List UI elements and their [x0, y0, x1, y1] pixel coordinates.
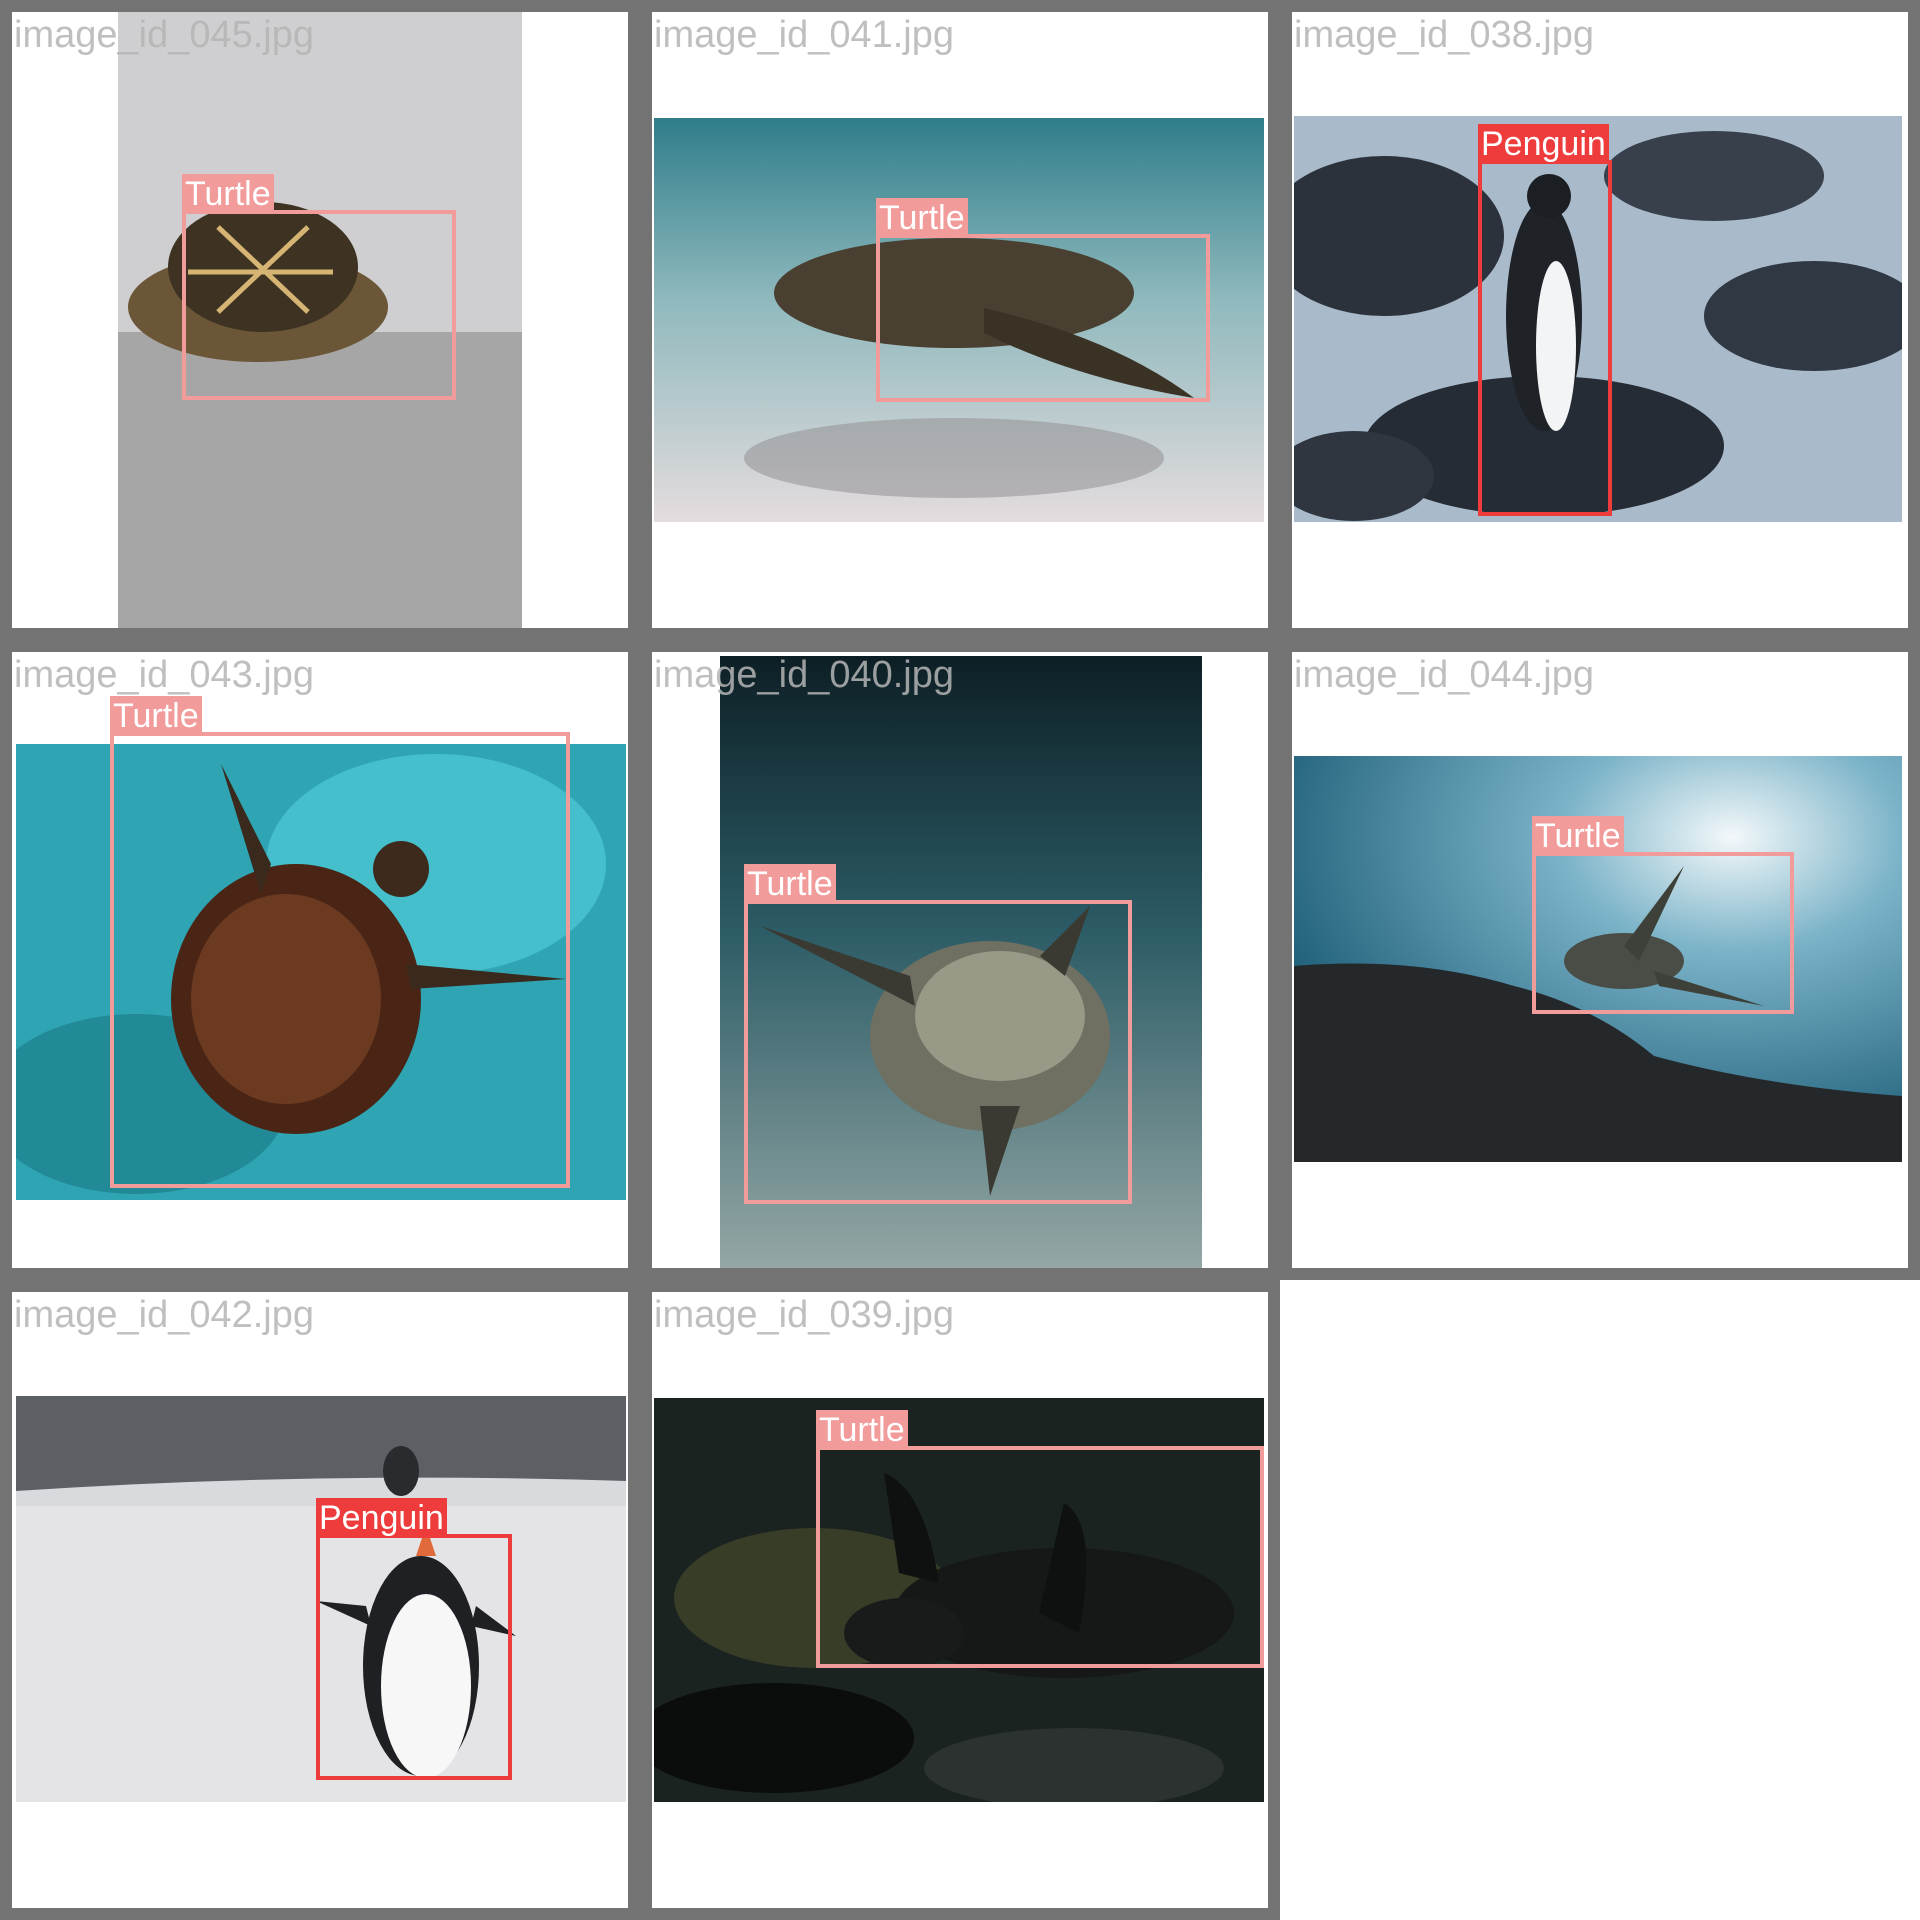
box-label: Turtle: [876, 198, 968, 238]
box-label: Turtle: [816, 1410, 908, 1450]
filename-label: image_id_039.jpg: [654, 1294, 955, 1336]
box-label: Turtle: [744, 864, 836, 904]
grid-tile: Turtle image_id_043.jpg: [0, 640, 640, 1280]
grid-tile: Turtle image_id_040.jpg: [640, 640, 1280, 1280]
bounding-box-turtle: Turtle: [816, 1410, 1264, 1668]
box-label: Penguin: [316, 1498, 447, 1538]
bounding-box-penguin: Penguin: [1478, 124, 1612, 516]
grid-tile: Turtle image_id_045.jpg: [0, 0, 640, 640]
grid-tile: Penguin image_id_042.jpg: [0, 1280, 640, 1920]
bounding-box-turtle: Turtle: [1532, 816, 1794, 1014]
box-label: Penguin: [1478, 124, 1609, 164]
box-label: Turtle: [1532, 816, 1624, 856]
bounding-box-penguin: Penguin: [316, 1498, 512, 1780]
filename-label: image_id_045.jpg: [14, 14, 315, 56]
grid-tile: Turtle image_id_041.jpg: [640, 0, 1280, 640]
filename-label: image_id_040.jpg: [654, 654, 955, 696]
filename-label: image_id_041.jpg: [654, 14, 955, 56]
grid-tile: Penguin image_id_038.jpg: [1280, 0, 1920, 640]
filename-label: image_id_043.jpg: [14, 654, 315, 696]
grid-tile: Turtle image_id_044.jpg: [1280, 640, 1920, 1280]
bounding-box-turtle: Turtle: [744, 864, 1132, 1204]
bounding-box-turtle: Turtle: [876, 198, 1210, 402]
box-label: Turtle: [110, 696, 202, 736]
filename-label: image_id_038.jpg: [1294, 14, 1595, 56]
filename-label: image_id_042.jpg: [14, 1294, 315, 1336]
grid-tile: Turtle image_id_039.jpg: [640, 1280, 1280, 1920]
filename-label: image_id_044.jpg: [1294, 654, 1595, 696]
image-grid: Turtle image_id_045.jpg Turtle image_id_…: [0, 0, 1920, 1920]
box-label: Turtle: [182, 174, 274, 214]
bounding-box-turtle: Turtle: [182, 174, 456, 400]
bounding-box-turtle: Turtle: [110, 696, 570, 1188]
